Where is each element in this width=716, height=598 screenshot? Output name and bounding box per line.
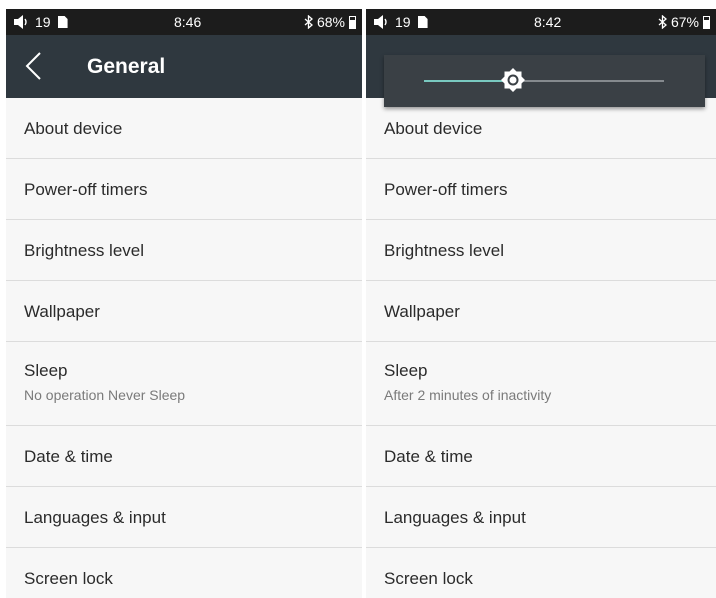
item-label: Power-off timers [24, 180, 148, 199]
brightness-sun-icon[interactable] [500, 67, 526, 93]
list-item-date-time[interactable]: Date & time [366, 426, 716, 487]
item-label: Date & time [24, 447, 113, 466]
volume-icon [14, 15, 27, 29]
app-bar: General [6, 35, 362, 98]
clock: 8:46 [174, 14, 202, 30]
settings-list: About device Power-off timers Brightness… [366, 98, 716, 598]
item-label: Power-off timers [384, 180, 508, 199]
list-item-languages-input[interactable]: Languages & input [6, 487, 362, 548]
item-label: Wallpaper [24, 302, 100, 321]
list-item-wallpaper[interactable]: Wallpaper [6, 281, 362, 342]
list-item-brightness-level[interactable]: Brightness level [366, 220, 716, 281]
back-arrow-icon[interactable] [20, 51, 50, 81]
bluetooth-icon [304, 15, 313, 29]
settings-list: About device Power-off timers Brightness… [6, 98, 362, 598]
right-screen: 19 8:42 67% About device Power-off timer… [366, 9, 716, 598]
item-label: Date & time [384, 447, 473, 466]
item-label: Sleep [24, 361, 68, 380]
item-label: Screen lock [24, 569, 113, 588]
list-item-languages-input[interactable]: Languages & input [366, 487, 716, 548]
left-screen: 19 8:46 68% General About device Power-o… [6, 9, 362, 598]
item-label: Languages & input [384, 508, 526, 527]
item-summary: After 2 minutes of inactivity [384, 387, 552, 403]
list-item-wallpaper[interactable]: Wallpaper [366, 281, 716, 342]
item-label: About device [384, 119, 483, 138]
brightness-popup [384, 55, 705, 107]
sd-card-icon [57, 16, 68, 28]
item-label: About device [24, 119, 123, 138]
item-summary: No operation Never Sleep [24, 387, 186, 403]
list-item-power-off-timers[interactable]: Power-off timers [366, 159, 716, 220]
item-label: Wallpaper [384, 302, 460, 321]
item-label: Brightness level [24, 241, 145, 260]
item-label: Screen lock [384, 569, 473, 588]
clock: 8:42 [534, 14, 562, 30]
list-item-screen-lock[interactable]: Screen lock [366, 548, 716, 598]
battery-icon [703, 15, 710, 29]
list-item-date-time[interactable]: Date & time [6, 426, 362, 487]
list-item-screen-lock[interactable]: Screen lock [6, 548, 362, 598]
list-item-power-off-timers[interactable]: Power-off timers [6, 159, 362, 220]
battery-percent: 67% [670, 14, 699, 30]
item-label: Sleep [384, 361, 428, 380]
volume-level: 19 [35, 14, 51, 30]
battery-icon [349, 15, 356, 29]
sd-card-icon [417, 16, 428, 28]
item-label: Languages & input [24, 508, 166, 527]
volume-level: 19 [395, 14, 411, 30]
list-item-about-device[interactable]: About device [6, 98, 362, 159]
bluetooth-icon [658, 15, 667, 29]
list-item-brightness-level[interactable]: Brightness level [6, 220, 362, 281]
battery-percent: 68% [316, 14, 345, 30]
list-item-about-device[interactable]: About device [366, 98, 716, 159]
brightness-slider[interactable] [424, 80, 664, 82]
list-item-sleep[interactable]: Sleep After 2 minutes of inactivity [366, 342, 716, 426]
item-label: Brightness level [384, 241, 505, 260]
list-item-sleep[interactable]: Sleep No operation Never Sleep [6, 342, 362, 426]
status-bar: 19 8:42 67% [366, 9, 716, 35]
volume-icon [374, 15, 387, 29]
page-title: General [87, 55, 166, 78]
status-bar: 19 8:46 68% [6, 9, 362, 35]
